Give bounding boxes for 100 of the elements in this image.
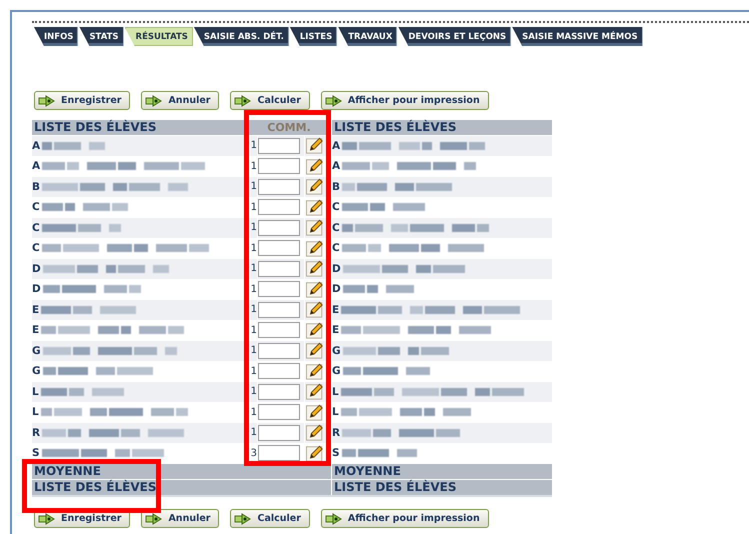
footer-label: LISTE DES ÉLÈVES: [32, 480, 331, 495]
pencil-icon[interactable]: [306, 444, 324, 462]
student-name: D: [332, 262, 341, 275]
count-text: 1: [250, 160, 257, 172]
student-name: G: [332, 365, 341, 378]
student-name: L: [32, 406, 39, 418]
action-button[interactable]: Annuler: [141, 91, 220, 110]
arrow-icon: [324, 94, 343, 106]
pencil-icon[interactable]: [306, 178, 324, 196]
comment-field[interactable]: [258, 240, 300, 256]
comment-field[interactable]: [258, 178, 300, 195]
count-text: 1: [250, 406, 257, 418]
student-name: B: [332, 180, 340, 193]
arrow-icon: [38, 94, 56, 106]
student-name: B: [32, 180, 40, 193]
pencil-icon[interactable]: [306, 404, 324, 421]
footer-label: MOYENNE: [32, 464, 331, 479]
student-name: D: [32, 283, 41, 296]
arrow-icon: [145, 94, 164, 106]
comment-field[interactable]: [258, 302, 300, 318]
student-name: G: [332, 344, 341, 357]
pencil-icon[interactable]: [306, 219, 324, 236]
student-name: A: [32, 140, 40, 152]
comment-field[interactable]: [258, 445, 300, 462]
student-name: S: [32, 447, 40, 460]
comment-field[interactable]: [258, 220, 300, 236]
student-name: C: [32, 222, 40, 234]
tab[interactable]: TRAVAUX: [338, 27, 398, 46]
student-name: R: [332, 426, 340, 439]
count-text: 3: [250, 448, 257, 459]
pencil-icon[interactable]: [306, 137, 324, 154]
arrow-icon: [234, 512, 252, 524]
action-button[interactable]: Annuler: [141, 509, 220, 528]
pencil-icon[interactable]: [306, 198, 324, 216]
action-button[interactable]: Enregistrer: [34, 91, 130, 110]
student-name: L: [332, 406, 339, 418]
arrow-icon: [324, 512, 343, 524]
comment-field[interactable]: [258, 384, 300, 400]
student-name: C: [32, 242, 40, 254]
student-name: A: [32, 160, 40, 172]
student-name: G: [32, 365, 41, 378]
comment-field[interactable]: [258, 342, 300, 359]
count-text: 1: [250, 284, 257, 295]
tab[interactable]: SAISIE MASSIVE MÉMOS: [512, 27, 643, 46]
student-name: E: [32, 324, 40, 336]
student-name: D: [32, 262, 41, 275]
tab[interactable]: DEVOIRS ET LEÇONS: [398, 27, 512, 46]
count-text: 1: [250, 324, 257, 336]
student-name: L: [332, 386, 339, 398]
comment-field[interactable]: [258, 158, 300, 174]
tab[interactable]: STATS: [79, 27, 124, 46]
comment-field[interactable]: [258, 199, 300, 216]
column-header: LISTE DES ÉLÈVES: [332, 120, 552, 135]
tab[interactable]: LISTES: [290, 27, 338, 46]
count-text: 1: [250, 345, 257, 356]
pencil-icon[interactable]: [306, 280, 324, 298]
pencil-icon[interactable]: [306, 322, 324, 339]
tab[interactable]: INFOS: [34, 27, 78, 46]
pencil-icon[interactable]: [306, 240, 324, 257]
comment-field[interactable]: [258, 138, 300, 154]
action-button[interactable]: Calculer: [230, 91, 310, 110]
count-text: 1: [250, 366, 257, 377]
column-header: LISTE DES ÉLÈVES: [32, 120, 244, 135]
tab[interactable]: SAISIE ABS. DÉT.: [194, 27, 289, 46]
student-name: C: [32, 201, 40, 214]
pencil-icon[interactable]: [306, 383, 324, 400]
student-name: L: [32, 386, 39, 398]
count-text: 1: [250, 181, 257, 192]
student-name: S: [332, 447, 340, 460]
student-name: E: [332, 304, 340, 316]
action-button[interactable]: Calculer: [230, 509, 310, 528]
pencil-icon[interactable]: [306, 424, 324, 442]
comment-field[interactable]: [258, 281, 300, 298]
tab[interactable]: RÉSULTATS: [124, 27, 193, 46]
count-text: 1: [250, 304, 257, 316]
comment-field[interactable]: [258, 404, 300, 420]
count-text: 1: [250, 242, 257, 254]
arrow-icon: [38, 512, 56, 524]
pencil-icon[interactable]: [306, 260, 324, 278]
pencil-icon[interactable]: [306, 362, 324, 380]
pencil-icon[interactable]: [306, 158, 324, 175]
student-name: G: [32, 344, 41, 357]
footer-label: MOYENNE: [332, 464, 552, 479]
pencil-icon[interactable]: [306, 301, 324, 318]
action-button[interactable]: Afficher pour impression: [320, 91, 489, 110]
count-text: 1: [250, 222, 257, 234]
comment-field[interactable]: [258, 322, 300, 338]
comment-field[interactable]: [258, 363, 300, 380]
student-name: A: [332, 140, 340, 152]
footer-label: LISTE DES ÉLÈVES: [332, 480, 552, 495]
comment-field[interactable]: [258, 424, 300, 441]
pencil-icon[interactable]: [306, 342, 324, 360]
student-name: E: [32, 304, 40, 316]
comment-field[interactable]: [258, 260, 300, 277]
student-name: D: [332, 283, 341, 296]
blurred-text-drawing: [42, 142, 108, 150]
count-text: 1: [250, 140, 257, 152]
student-name: E: [332, 324, 340, 336]
action-button[interactable]: Afficher pour impression: [320, 509, 489, 528]
count-text: 1: [250, 386, 257, 398]
